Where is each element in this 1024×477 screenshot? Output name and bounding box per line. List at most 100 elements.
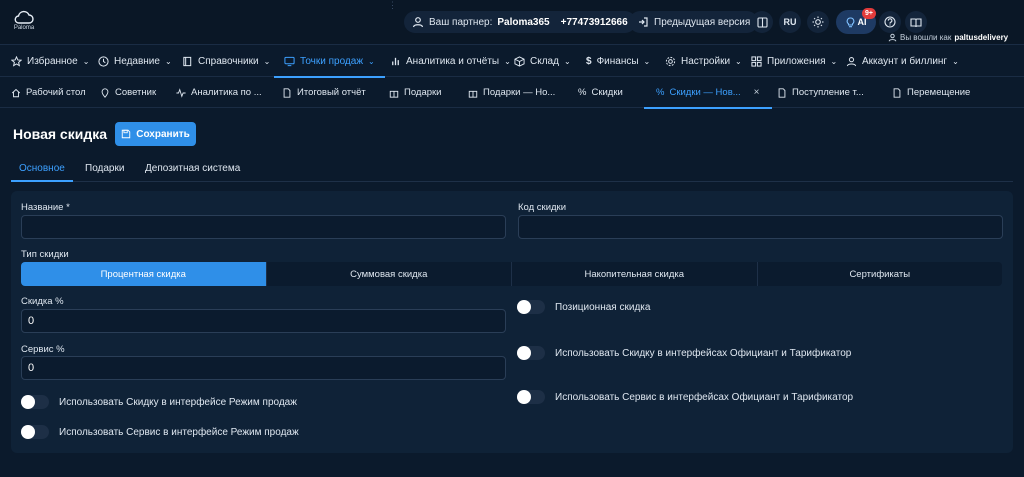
- toggle-switch[interactable]: [21, 425, 49, 439]
- service-sales-toggle[interactable]: Использовать Сервис в интерфейсе Режим п…: [21, 425, 299, 439]
- toggle-knob: [517, 346, 531, 360]
- sun-icon: [812, 16, 824, 28]
- discount-waiter-toggle[interactable]: Использовать Скидку в интерфейсах Официа…: [517, 346, 851, 360]
- tab-desktop[interactable]: Рабочий стол: [11, 77, 86, 108]
- tab-summary-report[interactable]: Итоговый отчёт: [282, 77, 366, 108]
- menu-label: Финансы: [596, 55, 639, 67]
- close-icon[interactable]: ×: [754, 87, 760, 98]
- home-icon: [11, 88, 21, 97]
- logo[interactable]: Paloma: [12, 10, 36, 34]
- type-option-certificates[interactable]: Сертификаты: [758, 262, 1003, 286]
- tab-receipt[interactable]: Поступление т...: [777, 77, 864, 108]
- menu-item-apps[interactable]: Приложения ⌄: [751, 45, 837, 77]
- tab-label: Поступление т...: [792, 87, 864, 98]
- cloud-icon: [14, 10, 34, 24]
- layout-button[interactable]: [751, 11, 773, 33]
- toggle-label: Использовать Сервис в интерфейсе Режим п…: [59, 426, 299, 438]
- menu-item-favorites[interactable]: Избранное ⌄: [11, 45, 89, 77]
- document-icon: [283, 87, 291, 98]
- tab-discounts-new[interactable]: % Скидки — Нов... ×: [644, 77, 771, 109]
- tab-analytics[interactable]: Аналитика по ...: [176, 77, 262, 108]
- login-info: Вы вошли как paltusdelivery: [888, 33, 1008, 42]
- type-option-amount[interactable]: Суммовая скидка: [267, 262, 512, 286]
- toggle-switch[interactable]: [517, 300, 545, 314]
- tab-label: Подарки: [404, 87, 442, 98]
- menu-label: Избранное: [27, 55, 78, 67]
- open-tabs-bar: Рабочий стол Советник Аналитика по ... И…: [0, 77, 1024, 109]
- subtab-main[interactable]: Основное: [11, 156, 73, 182]
- type-option-percent[interactable]: Процентная скидка: [21, 262, 267, 286]
- tab-label: Рабочий стол: [26, 87, 86, 98]
- tab-discounts[interactable]: % Скидки: [578, 77, 623, 108]
- toggle-label: Использовать Сервис в интерфейсах Официа…: [555, 391, 854, 403]
- previous-version-button[interactable]: Предыдущая версия: [629, 11, 759, 33]
- toggle-knob: [517, 390, 531, 404]
- menu-item-finance[interactable]: $ Финансы ⌄: [586, 45, 650, 77]
- bulb-icon: [846, 16, 854, 27]
- name-label: Название *: [21, 202, 70, 213]
- type-option-cumulative[interactable]: Накопительная скидка: [512, 262, 758, 286]
- tab-advisor[interactable]: Советник: [100, 77, 156, 108]
- toggle-label: Использовать Скидку в интерфейсах Официа…: [555, 347, 852, 359]
- dollar-icon: $: [586, 55, 592, 67]
- partner-pill[interactable]: Ваш партнер: Paloma365 +77473912666: [404, 11, 636, 33]
- menu-item-recent[interactable]: Недавние ⌄: [98, 45, 172, 77]
- document-icon: [778, 87, 786, 98]
- code-field[interactable]: [518, 215, 1003, 239]
- discount-percent-field[interactable]: 0: [21, 309, 506, 333]
- bar-chart-icon: [392, 57, 399, 65]
- menu-label: Аналитика и отчёты: [406, 55, 500, 67]
- tab-label: Аналитика по ...: [191, 87, 262, 98]
- name-field[interactable]: [21, 215, 506, 239]
- main-menu: Избранное ⌄ Недавние ⌄ Справочники ⌄ Точки …: [0, 44, 1024, 78]
- menu-item-warehouse[interactable]: Склад ⌄: [514, 45, 571, 77]
- chevron-down-icon: ⌄: [735, 56, 742, 66]
- theme-button[interactable]: [807, 11, 829, 33]
- toggle-switch[interactable]: [517, 390, 545, 404]
- save-button-label: Сохранить: [136, 128, 190, 140]
- service-percent-field[interactable]: 0: [21, 356, 506, 380]
- save-button[interactable]: Сохранить: [115, 122, 196, 146]
- discount-type-selector: Процентная скидка Суммовая скидка Накопи…: [21, 262, 1002, 286]
- tab-label: Перемещение: [907, 87, 971, 98]
- type-label: Тип скидки: [21, 249, 69, 260]
- menu-item-account[interactable]: Аккаунт и биллинг ⌄: [846, 45, 959, 77]
- toggle-label: Использовать Скидку в интерфейсе Режим п…: [59, 396, 297, 408]
- person-icon: [888, 33, 897, 42]
- login-prefix: Вы вошли как: [900, 33, 952, 42]
- chevron-down-icon: ⌄: [504, 56, 511, 66]
- clock-icon: [98, 55, 109, 67]
- language-button[interactable]: RU: [779, 11, 801, 33]
- subtab-gifts[interactable]: Подарки: [85, 156, 124, 181]
- tab-label: Скидки — Нов...: [669, 87, 741, 98]
- star-icon: [11, 55, 22, 67]
- tab-gifts-new[interactable]: Подарки — Но...: [468, 77, 555, 108]
- tab-gifts[interactable]: Подарки: [389, 77, 441, 108]
- toggle-switch[interactable]: [21, 395, 49, 409]
- discount-sales-toggle[interactable]: Использовать Скидку в интерфейсе Режим п…: [21, 395, 297, 409]
- grid-icon: [751, 55, 762, 67]
- percent-icon: %: [578, 87, 587, 98]
- menu-label: Приложения: [767, 55, 826, 67]
- chevron-down-icon: ⌄: [263, 56, 271, 66]
- page-title: Новая скидка: [13, 126, 108, 142]
- service-waiter-toggle[interactable]: Использовать Сервис в интерфейсах Официа…: [517, 390, 853, 404]
- help-button[interactable]: [879, 11, 901, 33]
- gift-icon: [389, 90, 399, 98]
- menu-item-analytics[interactable]: Аналитика и отчёты ⌄: [390, 45, 511, 77]
- language-label: RU: [783, 17, 797, 27]
- menu-item-settings[interactable]: Настройки ⌄: [665, 45, 742, 77]
- previous-version-label: Предыдущая версия: [654, 16, 751, 28]
- gear-icon: [665, 56, 676, 66]
- menu-item-references[interactable]: Справочники ⌄: [182, 45, 270, 77]
- chevron-down-icon: ⌄: [643, 56, 651, 66]
- docs-button[interactable]: [905, 11, 927, 33]
- toggle-switch[interactable]: [517, 346, 545, 360]
- menu-item-sales-points[interactable]: Точки продаж ⌄: [274, 45, 385, 78]
- positional-discount-toggle[interactable]: Позиционная скидка: [517, 300, 650, 314]
- chevron-down-icon: ⌄: [368, 56, 375, 66]
- partner-name: Paloma365: [497, 16, 550, 28]
- menu-label: Настройки: [681, 55, 731, 67]
- tab-transfer[interactable]: Перемещение: [892, 77, 970, 108]
- subtab-deposit[interactable]: Депозитная система: [145, 156, 240, 181]
